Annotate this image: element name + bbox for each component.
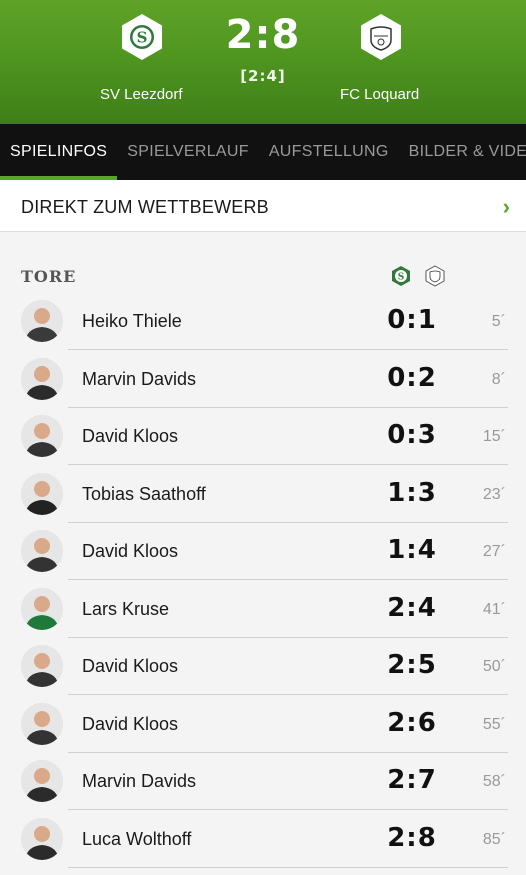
goal-minute: 8´ <box>491 370 506 388</box>
goal-running-score: 0:3 <box>387 420 437 450</box>
player-avatar <box>21 530 63 572</box>
goal-running-score: 2:8 <box>387 822 437 853</box>
chevron-right-icon: › <box>502 194 510 219</box>
home-team-name[interactable]: SV Leezdorf <box>100 86 183 103</box>
goal-minute: 55´ <box>482 715 506 733</box>
competition-link-label: DIREKT ZUM WETTBEWERB <box>21 197 269 217</box>
player-avatar <box>21 645 63 687</box>
goal-scorer-name: Luca Wolthoff <box>82 828 192 849</box>
goal-scorer-name: Heiko Thiele <box>82 311 182 331</box>
goal-row[interactable]: Luca Wolthoff 2:8 85´ <box>0 811 526 868</box>
goal-row[interactable]: Marvin Davids 2:7 58´ <box>0 753 526 810</box>
goal-running-score: 1:3 <box>387 477 437 508</box>
goal-minute: 27´ <box>482 543 506 560</box>
goal-running-score: 2:4 <box>387 592 437 623</box>
player-avatar <box>21 760 63 802</box>
goal-running-score: 0:2 <box>387 362 437 393</box>
goal-running-score: 2:6 <box>387 707 437 738</box>
player-avatar <box>21 472 63 515</box>
away-team-name[interactable]: FC Loquard <box>340 86 419 103</box>
goal-scorer-name: Marvin Davids <box>82 771 197 791</box>
goal-scorer-name: David Kloos <box>82 426 179 446</box>
goal-minute: 23´ <box>482 485 506 503</box>
goal-minute: 5´ <box>491 313 506 330</box>
goal-minute: 85´ <box>482 830 506 848</box>
tab-spielinfos[interactable]: SPIELINFOS <box>0 124 118 180</box>
halftime-score: [2:4] <box>240 67 286 85</box>
tab-aufstellung[interactable]: AUFSTELLUNG <box>259 124 399 180</box>
goal-scorer-name: David Kloos <box>82 656 179 676</box>
goal-row[interactable]: Lars Kruse 2:4 41´ <box>0 581 526 638</box>
goal-scorer-name: Marvin Davids <box>82 368 197 389</box>
goal-row[interactable]: Tobias Saathoff 1:3 23´ <box>0 466 526 523</box>
goal-minute: 15´ <box>482 428 506 445</box>
home-team-crest-icon[interactable]: S <box>117 12 167 62</box>
goal-scorer-name: Lars Kruse <box>82 598 170 619</box>
goals-section: TORE S Heiko Thiele 0:1 5´ Marvin Davids 0:2… <box>0 232 526 875</box>
goal-running-score: 1:4 <box>387 535 437 565</box>
match-header: S 2:8 [2:4] SV Leezdorf FC Loquard <box>0 0 526 124</box>
svg-text:S: S <box>398 273 405 283</box>
goal-minute: 58´ <box>482 773 506 790</box>
player-avatar <box>21 817 63 860</box>
player-avatar <box>21 702 63 745</box>
goal-minute: 50´ <box>482 658 506 675</box>
home-team-mini-crest-icon: S <box>390 265 412 287</box>
goal-minute: 41´ <box>482 600 506 618</box>
tab-bilder-videos[interactable]: BILDER & VIDEOS <box>399 124 526 180</box>
goal-running-score: 0:1 <box>387 305 437 335</box>
player-avatar <box>21 357 63 400</box>
goal-scorer-name: David Kloos <box>82 713 179 734</box>
svg-text:S: S <box>137 29 148 47</box>
player-avatar <box>21 415 63 457</box>
tab-bar: SPIELINFOS SPIELVERLAUF AUFSTELLUNG BILD… <box>0 124 526 180</box>
goal-running-score: 2:7 <box>387 765 437 795</box>
final-score: 2:8 <box>225 12 301 58</box>
away-team-mini-crest-icon <box>424 265 446 287</box>
row-divider <box>68 866 508 868</box>
goals-title: TORE <box>21 267 77 286</box>
away-team-crest-icon[interactable] <box>356 12 406 62</box>
competition-link[interactable]: DIREKT ZUM WETTBEWERB › <box>0 180 526 232</box>
goal-scorer-name: Tobias Saathoff <box>82 483 206 504</box>
goal-row[interactable]: Marvin Davids 0:2 8´ <box>0 351 526 408</box>
player-avatar <box>21 587 63 630</box>
goal-row[interactable]: David Kloos 2:6 55´ <box>0 696 526 753</box>
goal-running-score: 2:5 <box>387 650 437 680</box>
goal-row[interactable]: David Kloos 2:5 50´ <box>0 638 526 695</box>
goal-row[interactable]: Heiko Thiele 0:1 5´ <box>0 293 526 350</box>
player-avatar <box>21 300 63 342</box>
tab-spielverlauf[interactable]: SPIELVERLAUF <box>117 124 259 180</box>
goal-row[interactable]: David Kloos 0:3 15´ <box>0 408 526 465</box>
goal-scorer-name: David Kloos <box>82 541 179 561</box>
goal-row[interactable]: David Kloos 1:4 27´ <box>0 523 526 580</box>
